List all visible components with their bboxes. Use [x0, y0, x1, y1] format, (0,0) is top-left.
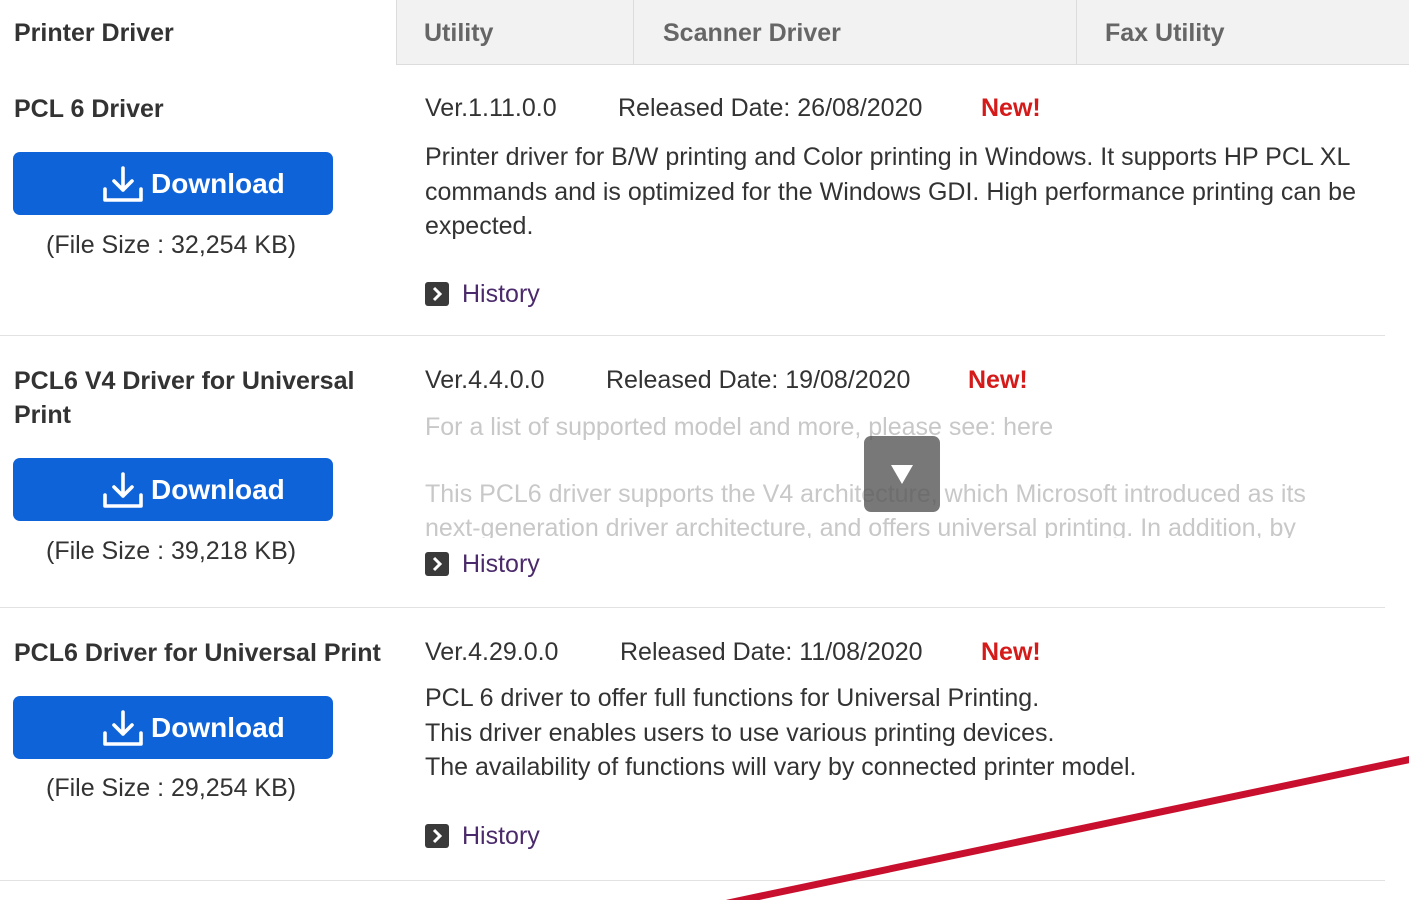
file-size: (File Size : 32,254 KB)	[46, 231, 297, 259]
download-icon	[103, 472, 143, 508]
description-line: commands and is optimized for the Window…	[425, 177, 1356, 206]
download-button[interactable]: Download	[13, 152, 333, 215]
driver-name-line: Print	[14, 401, 71, 429]
file-size: (File Size : 39,218 KB)	[46, 537, 297, 565]
download-label: Download	[151, 712, 285, 743]
file-size: (File Size : 29,254 KB)	[46, 774, 297, 802]
release-date: Released Date: 26/08/2020	[618, 94, 923, 122]
release-date: Released Date: 11/08/2020	[620, 638, 923, 666]
description-line: expected.	[425, 212, 534, 240]
tab-bar: Printer Driver Utility Scanner Driver Fa…	[0, 0, 1409, 66]
history-link[interactable]: History	[425, 280, 555, 310]
description-line: PCL 6 driver to offer full functions for…	[425, 684, 1040, 712]
driver-name: PCL6 Driver for Universal Print	[14, 639, 381, 667]
history-label: History	[462, 550, 540, 578]
version: Ver.1.11.0.0	[425, 94, 557, 122]
version: Ver.4.4.0.0	[425, 366, 545, 394]
version-info: Ver.4.29.0.0 Released Date: 11/08/2020 N…	[425, 636, 1041, 668]
download-label: Download	[151, 474, 285, 505]
driver-description: PCL 6 driver to offer full functions for…	[425, 681, 1385, 785]
history-label: History	[462, 822, 540, 850]
chevron-right-icon	[425, 824, 449, 848]
version: Ver.4.29.0.0	[425, 638, 559, 666]
version-info: Ver.1.11.0.0 Released Date: 26/08/2020 N…	[425, 92, 1041, 124]
download-icon	[103, 166, 143, 202]
release-date: Released Date: 19/08/2020	[606, 366, 911, 394]
driver-name-line: PCL6 V4 Driver for Universal	[14, 367, 355, 395]
download-label: Download	[151, 168, 285, 199]
tab-label: Fax Utility	[1105, 19, 1225, 47]
tab-utility[interactable]: Utility	[396, 0, 633, 65]
description-line: Printer driver for B/W printing and Colo…	[425, 143, 1351, 171]
expand-description-button[interactable]	[864, 436, 940, 512]
tab-label: Utility	[424, 19, 494, 47]
history-label: History	[462, 280, 540, 308]
new-badge: New!	[981, 638, 1041, 666]
history-link[interactable]: History	[425, 822, 555, 852]
tab-printer-driver[interactable]: Printer Driver	[0, 0, 396, 66]
chevron-right-icon	[425, 552, 449, 576]
download-icon	[103, 710, 143, 746]
tab-label: Scanner Driver	[663, 19, 841, 47]
history-link[interactable]: History	[425, 550, 555, 580]
chevron-right-icon	[425, 282, 449, 306]
triangle-down-icon	[891, 465, 913, 484]
divider	[0, 335, 1385, 336]
description-line: This driver enables users to use various…	[425, 718, 1055, 747]
driver-description: Printer driver for B/W printing and Colo…	[425, 140, 1385, 244]
divider	[0, 607, 1385, 608]
description-line: The availability of functions will vary …	[425, 753, 1137, 781]
download-button[interactable]: Download	[13, 458, 333, 521]
description-line: next-generation driver architecture, and…	[425, 514, 1296, 538]
tab-label: Printer Driver	[14, 19, 174, 47]
tab-scanner-driver[interactable]: Scanner Driver	[633, 0, 1076, 65]
new-badge: New!	[981, 94, 1041, 122]
download-button[interactable]: Download	[13, 696, 333, 759]
driver-name: PCL6 V4 Driver for Universal Print	[14, 364, 354, 432]
new-badge: New!	[968, 366, 1028, 394]
version-info: Ver.4.4.0.0 Released Date: 19/08/2020 Ne…	[425, 364, 1028, 396]
tab-fax-utility[interactable]: Fax Utility	[1076, 0, 1409, 65]
divider	[0, 880, 1385, 881]
driver-name: PCL 6 Driver	[14, 95, 164, 123]
